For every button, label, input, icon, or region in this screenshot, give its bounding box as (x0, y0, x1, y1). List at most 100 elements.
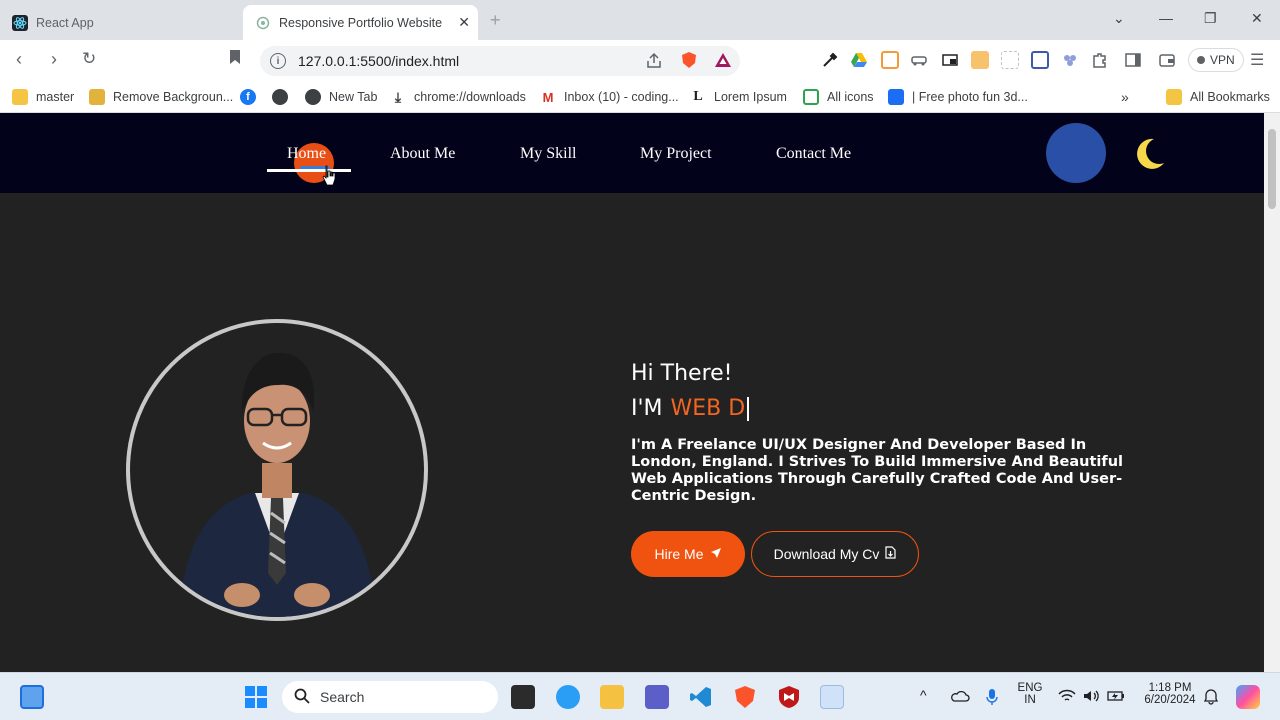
teams-icon[interactable] (645, 685, 669, 709)
new-tab-icon[interactable]: + (490, 10, 501, 31)
extensions-puzzle-icon[interactable] (1091, 51, 1109, 69)
clock[interactable]: 1:18 PM 6/20/2024 (1138, 682, 1202, 706)
bookmark-label: Inbox (10) - coding... (564, 90, 679, 104)
back-icon[interactable]: ‹ (16, 49, 22, 70)
hero-im: I'M (631, 396, 663, 421)
bookmark-all-icons[interactable]: All icons (803, 87, 874, 107)
site-navbar: Home About Me My Skill My Project Contac… (0, 113, 1264, 193)
mcafee-icon[interactable] (777, 685, 801, 709)
windows-start-icon[interactable] (244, 685, 268, 709)
edge-icon[interactable] (556, 685, 580, 709)
extension-bugs-icon[interactable] (1061, 51, 1079, 69)
send-icon (710, 546, 722, 562)
copilot-icon[interactable] (1236, 685, 1260, 709)
globe-loading-icon (255, 15, 271, 31)
nav-contact[interactable]: Contact Me (776, 145, 851, 163)
eyedropper-icon[interactable] (821, 51, 839, 69)
widgets-icon[interactable] (20, 685, 44, 709)
react-icon (12, 14, 28, 31)
extension-pencil-icon[interactable] (971, 51, 989, 69)
wifi-icon[interactable] (1058, 687, 1078, 707)
nav-skill[interactable]: My Skill (520, 145, 576, 163)
snipping-tool-icon[interactable] (820, 685, 844, 709)
bookmark-facebook[interactable]: f (240, 87, 264, 107)
volume-icon[interactable] (1082, 687, 1102, 707)
forward-icon[interactable]: › (51, 49, 57, 70)
bookmark-freepik[interactable]: | Free photo fun 3d... (888, 87, 1028, 107)
download-cv-button[interactable]: Download My Cv (751, 531, 919, 577)
onedrive-icon[interactable] (950, 687, 970, 707)
extension-search-icon[interactable] (1031, 51, 1049, 69)
bookmark-gmail[interactable]: M Inbox (10) - coding... (540, 87, 679, 107)
tab-title: Responsive Portfolio Website (279, 15, 443, 30)
bookmark-label: All icons (827, 90, 874, 104)
scrollbar-thumb[interactable] (1268, 129, 1276, 209)
extension-orange-icon[interactable] (881, 51, 899, 69)
bookmark-label: New Tab (329, 90, 378, 104)
bookmark-all[interactable]: All Bookmarks (1166, 87, 1270, 107)
wallet-icon[interactable] (1158, 51, 1176, 69)
taskbar-search[interactable]: Search (282, 681, 498, 713)
bookmark-master[interactable]: master (12, 87, 74, 107)
bookmark-icon[interactable] (229, 49, 241, 69)
task-view-icon[interactable] (511, 685, 535, 709)
bookmark-label: | Free photo fun 3d... (912, 90, 1028, 104)
battery-icon[interactable] (1106, 687, 1126, 707)
show-hidden-icons-icon[interactable]: ^ (920, 687, 927, 703)
clock-time: 1:18 PM (1148, 682, 1192, 694)
hire-me-button[interactable]: Hire Me (631, 531, 745, 577)
address-bar[interactable]: i 127.0.0.1:5500/index.html (260, 46, 740, 76)
lorem-icon: L (693, 89, 703, 104)
download-cv-label: Download My Cv (773, 546, 880, 562)
menu-icon[interactable]: ☰ (1250, 50, 1268, 69)
search-icon (294, 688, 310, 707)
google-drive-icon[interactable] (850, 51, 868, 69)
nav-about[interactable]: About Me (390, 145, 455, 163)
bookmarks-bar: master Remove Backgroun... f New Tab ⤓ c… (0, 80, 1280, 113)
brave-browser-icon[interactable] (733, 685, 757, 709)
bookmark-globe[interactable] (272, 87, 296, 107)
close-tab-icon[interactable]: ✕ (458, 14, 470, 31)
picture-in-picture-icon[interactable] (941, 51, 959, 69)
hero-description: I'm A Freelance UI/UX Designer And Devel… (631, 437, 1123, 504)
language-label: ENG (1017, 682, 1043, 694)
language-indicator[interactable]: ENG IN (1015, 682, 1045, 706)
vpn-status-icon (1197, 56, 1205, 64)
site-info-icon[interactable]: i (270, 53, 286, 69)
tab-portfolio[interactable]: Responsive Portfolio Website ✕ (243, 5, 478, 40)
notifications-icon[interactable] (1203, 687, 1221, 707)
bookmark-lorem[interactable]: L Lorem Ipsum (690, 87, 787, 107)
close-window-icon[interactable]: ✕ (1251, 10, 1263, 27)
bookmark-downloads[interactable]: ⤓ chrome://downloads (390, 87, 526, 107)
search-placeholder: Search (320, 689, 365, 705)
microphone-icon[interactable] (984, 687, 1002, 707)
theme-toggle-button[interactable] (1046, 123, 1106, 183)
brave-shield-icon[interactable] (680, 51, 698, 69)
moon-icon[interactable] (1128, 133, 1168, 173)
nav-home[interactable]: Home (287, 145, 326, 163)
vpn-button[interactable]: VPN (1188, 48, 1244, 72)
bookmark-remove-bg[interactable]: Remove Backgroun... (89, 87, 233, 107)
vscode-icon[interactable] (689, 685, 713, 709)
minimize-icon[interactable]: — (1159, 10, 1173, 26)
tab-react-app[interactable]: React App (0, 5, 240, 40)
extension-car-icon[interactable] (910, 51, 928, 69)
page-scrollbar[interactable] (1264, 113, 1280, 672)
brave-rewards-icon[interactable] (714, 51, 732, 69)
windows-taskbar: Search ^ ENG IN 1:18 PM 6/20/2024 (0, 672, 1280, 720)
restore-icon[interactable]: ❐ (1204, 10, 1217, 27)
bookmark-new-tab[interactable]: New Tab (305, 87, 377, 107)
clock-date: 6/20/2024 (1144, 694, 1196, 706)
nav-active-underline (267, 169, 351, 172)
file-explorer-icon[interactable] (600, 685, 624, 709)
reload-icon[interactable]: ↻ (82, 49, 96, 69)
more-bookmarks-icon[interactable]: » (1121, 87, 1129, 107)
share-icon[interactable] (645, 52, 663, 70)
extension-blank-icon[interactable] (1001, 51, 1019, 69)
region-label: IN (1024, 694, 1036, 706)
nav-project[interactable]: My Project (640, 145, 712, 163)
profile-photo (126, 319, 428, 621)
sidebar-icon[interactable] (1124, 51, 1142, 69)
gmail-icon: M (542, 89, 554, 105)
tab-search-icon[interactable]: ⌄ (1113, 10, 1125, 27)
